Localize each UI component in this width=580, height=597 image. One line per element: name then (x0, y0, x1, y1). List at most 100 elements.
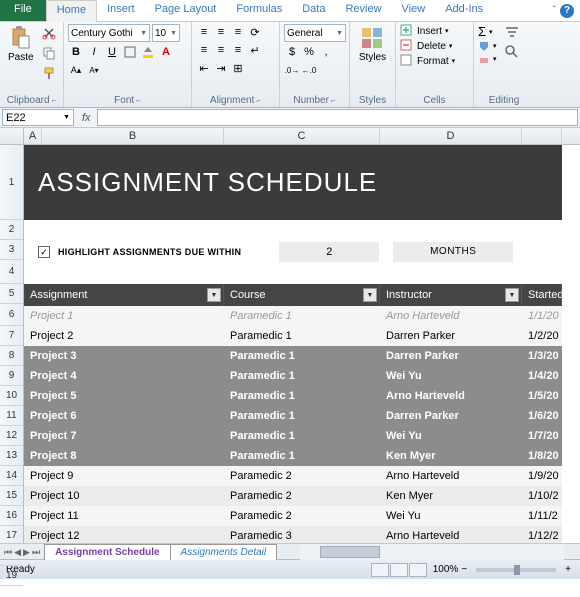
table-row[interactable]: Project 3Paramedic 1Darren Parker1/3/20 (24, 346, 562, 366)
fill-color-button[interactable] (140, 44, 156, 60)
table-cell[interactable]: Arno Harteveld (380, 386, 522, 406)
col-header-e[interactable] (522, 128, 562, 144)
table-cell[interactable]: 1/3/20 (522, 346, 562, 366)
alignment-expand-icon[interactable]: ⌐ (256, 96, 261, 105)
select-all-corner[interactable] (0, 128, 24, 144)
help-icon[interactable]: ? (560, 4, 574, 18)
row-header[interactable]: 5 (0, 284, 23, 304)
table-cell[interactable]: 1/8/20 (522, 446, 562, 466)
col-header-a[interactable]: A (24, 128, 42, 144)
align-center-button[interactable]: ≡ (213, 42, 229, 58)
table-cell[interactable]: Arno Harteveld (380, 466, 522, 486)
number-expand-icon[interactable]: ⌐ (331, 96, 336, 105)
zoom-out-button[interactable]: − (458, 564, 470, 575)
table-cell[interactable]: Paramedic 1 (224, 366, 380, 386)
increase-font-button[interactable]: A▴ (68, 62, 84, 78)
highlight-checkbox[interactable]: ✓ (38, 246, 50, 258)
table-cell[interactable]: Darren Parker (380, 346, 522, 366)
name-box[interactable]: E22▼ (2, 109, 74, 126)
row-header[interactable]: 9 (0, 366, 23, 386)
tab-nav-last-icon[interactable]: ⏭ (32, 547, 40, 558)
table-cell[interactable]: Darren Parker (380, 406, 522, 426)
row-header[interactable]: 15 (0, 486, 23, 506)
comma-button[interactable]: , (318, 44, 334, 60)
row-header[interactable]: 7 (0, 326, 23, 346)
tab-formulas[interactable]: Formulas (226, 0, 292, 21)
table-cell[interactable]: Project 2 (24, 326, 224, 346)
table-cell[interactable]: Project 7 (24, 426, 224, 446)
format-cells-button[interactable]: Format▾ (400, 54, 455, 68)
table-cell[interactable]: Paramedic 1 (224, 306, 380, 326)
styles-button[interactable]: Styles (355, 24, 390, 65)
tab-review[interactable]: Review (335, 0, 391, 21)
font-name-combo[interactable]: Century Gothi▼ (68, 24, 150, 42)
sort-filter-button[interactable] (503, 24, 521, 42)
autosum-button[interactable]: Σ▾ (478, 24, 497, 39)
decrease-decimal-button[interactable]: ←.0 (301, 62, 317, 78)
cut-button[interactable] (40, 24, 58, 42)
clipboard-expand-icon[interactable]: ⌐ (52, 96, 57, 105)
sheet-tab-active[interactable]: Assignment Schedule (44, 544, 170, 560)
tab-nav-prev-icon[interactable]: ◀ (14, 547, 21, 558)
table-cell[interactable]: 1/5/20 (522, 386, 562, 406)
bold-button[interactable]: B (68, 44, 84, 60)
row-header[interactable]: 11 (0, 406, 23, 426)
view-normal-button[interactable] (371, 563, 389, 577)
table-cell[interactable]: Paramedic 1 (224, 406, 380, 426)
th-started[interactable]: Started (522, 284, 562, 306)
table-cell[interactable]: Project 8 (24, 446, 224, 466)
row-header[interactable]: 14 (0, 466, 23, 486)
table-cell[interactable]: Project 5 (24, 386, 224, 406)
tab-nav-next-icon[interactable]: ▶ (23, 547, 30, 558)
table-cell[interactable]: Ken Myer (380, 446, 522, 466)
horizontal-scrollbar[interactable] (300, 544, 564, 560)
col-header-c[interactable]: C (224, 128, 380, 144)
tab-addins[interactable]: Add-Ins (435, 0, 493, 21)
number-format-combo[interactable]: General▼ (284, 24, 346, 42)
table-row[interactable]: Project 5Paramedic 1Arno Harteveld1/5/20 (24, 386, 562, 406)
table-cell[interactable]: Wei Yu (380, 426, 522, 446)
row-header[interactable]: 1 (0, 145, 23, 220)
table-cell[interactable]: Paramedic 1 (224, 426, 380, 446)
tab-page-layout[interactable]: Page Layout (145, 0, 227, 21)
th-assignment[interactable]: Assignment▼ (24, 284, 224, 306)
table-cell[interactable]: Paramedic 2 (224, 466, 380, 486)
border-button[interactable] (122, 44, 138, 60)
view-page-layout-button[interactable] (390, 563, 408, 577)
row-header[interactable]: 13 (0, 446, 23, 466)
table-cell[interactable]: Project 4 (24, 366, 224, 386)
table-row[interactable]: Project 11Paramedic 2Wei Yu1/11/2 (24, 506, 562, 526)
font-expand-icon[interactable]: ⌐ (136, 96, 141, 105)
table-cell[interactable]: 1/10/2 (522, 486, 562, 506)
clear-button[interactable]: ▾ (478, 53, 497, 65)
col-header-d[interactable]: D (380, 128, 522, 144)
font-color-button[interactable]: A (158, 44, 174, 60)
table-cell[interactable]: Project 1 (24, 306, 224, 326)
format-painter-button[interactable] (40, 64, 58, 82)
row-header[interactable]: 2 (0, 220, 23, 240)
table-cell[interactable]: 1/2/20 (522, 326, 562, 346)
table-cell[interactable]: Arno Harteveld (380, 306, 522, 326)
align-top-button[interactable]: ≡ (196, 24, 212, 40)
table-cell[interactable]: Paramedic 1 (224, 386, 380, 406)
increase-decimal-button[interactable]: .0→ (284, 62, 300, 78)
merge-button[interactable]: ⊞ (230, 60, 246, 76)
table-row[interactable]: Project 2Paramedic 1Darren Parker1/2/20 (24, 326, 562, 346)
table-cell[interactable]: Project 10 (24, 486, 224, 506)
highlight-value-cell[interactable]: 2 (279, 242, 379, 262)
tab-insert[interactable]: Insert (97, 0, 145, 21)
fx-icon[interactable]: fx (76, 112, 97, 124)
formula-input[interactable] (97, 109, 578, 126)
table-cell[interactable]: Wei Yu (380, 366, 522, 386)
align-middle-button[interactable]: ≡ (213, 24, 229, 40)
increase-indent-button[interactable]: ⇥ (213, 60, 229, 76)
table-cell[interactable]: Paramedic 1 (224, 346, 380, 366)
row-header[interactable]: 16 (0, 506, 23, 526)
table-row[interactable]: Project 1Paramedic 1Arno Harteveld1/1/20 (24, 306, 562, 326)
tab-home[interactable]: Home (46, 0, 97, 22)
th-instructor[interactable]: Instructor▼ (380, 284, 522, 306)
currency-button[interactable]: $ (284, 44, 300, 60)
table-cell[interactable]: 1/6/20 (522, 406, 562, 426)
zoom-level[interactable]: 100% (433, 564, 459, 575)
tab-nav-first-icon[interactable]: ⏮ (4, 547, 12, 558)
